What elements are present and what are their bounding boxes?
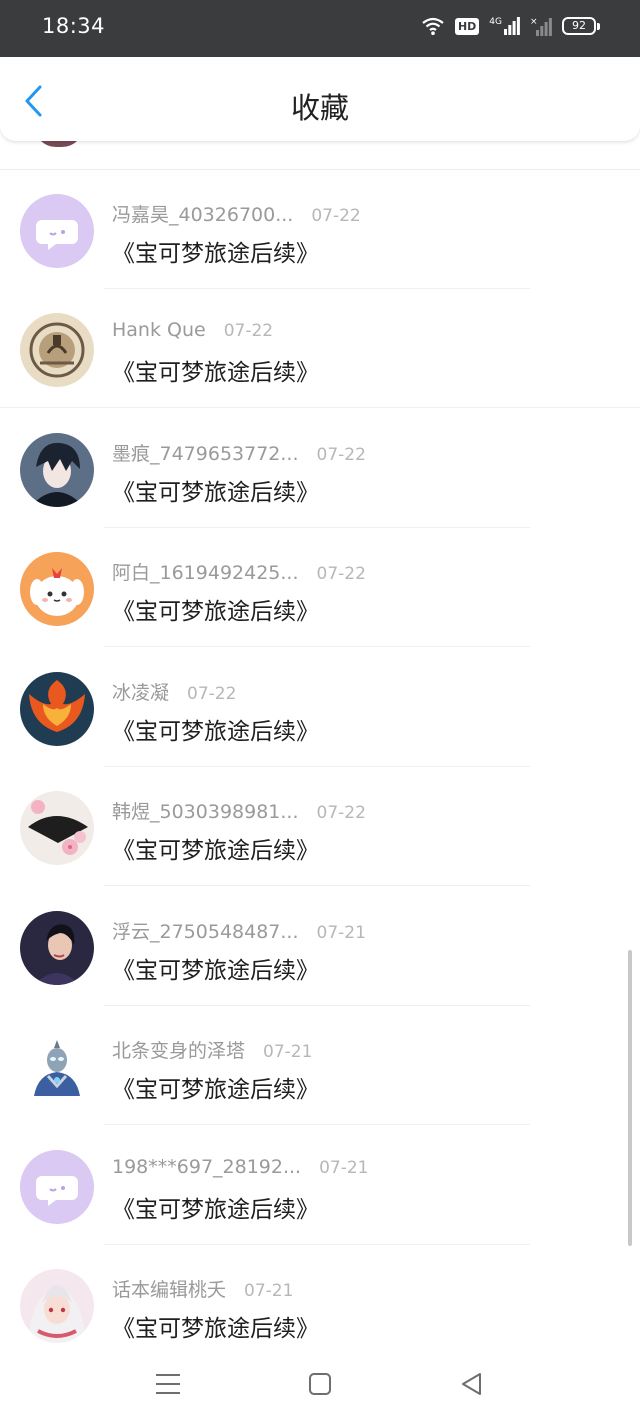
user-name[interactable]: 阿白_1619492425... [112,558,299,585]
divider [104,646,530,647]
anime-boy-avatar [20,433,94,507]
back-nav-button[interactable] [456,1368,488,1400]
woman-portrait-avatar [20,911,94,985]
favorite-item[interactable]: 韩煜_5030398981... 07-22 《宝可梦旅途后续》 [0,767,640,886]
item-meta: 冯嘉昊_40326700... 07-22 [112,200,361,227]
hd-badge: HD [454,17,480,35]
favorite-item[interactable]: 浮云_2750548487... 07-21 《宝可梦旅途后续》 [0,887,640,1006]
avatar [20,194,94,268]
avatar [20,552,94,626]
item-title[interactable]: 《宝可梦旅途后续》 [112,473,319,507]
item-meta: 韩煜_5030398981... 07-22 [112,797,366,824]
menu-icon [156,1374,180,1394]
favorite-item[interactable]: 198***697_28192... 07-21 《宝可梦旅途后续》 [0,1126,640,1245]
user-name[interactable]: 话本编辑桃夭 [112,1275,226,1302]
user-name[interactable]: 浮云_2750548487... [112,917,299,944]
favorite-item[interactable]: 话本编辑桃夭 07-21 《宝可梦旅途后续》 [0,1245,640,1348]
battery-level: 92 [562,17,596,35]
item-meta: 阿白_1619492425... 07-22 [112,558,366,585]
chat-bubble-avatar [20,1150,94,1224]
item-date: 07-22 [187,684,237,704]
item-meta: 北条变身的泽塔 07-21 [112,1036,312,1063]
user-name[interactable]: 墨痕_7479653772... [112,439,299,466]
phoenix-avatar [20,672,94,746]
user-name[interactable]: Hank Que [112,319,206,341]
chat-bubble-avatar [20,194,94,268]
favorite-item[interactable]: 阿白_1619492425... 07-22 《宝可梦旅途后续》 [0,528,640,647]
item-date: 07-22 [223,321,274,341]
item-date: 07-22 [316,564,366,584]
favorites-list[interactable]: 冯嘉昊_40326700... 07-22 《宝可梦旅途后续》 Hank Que… [0,141,640,1348]
item-meta: 浮云_2750548487... 07-21 [112,917,366,944]
favorite-item[interactable]: 墨痕_7479653772... 07-22 《宝可梦旅途后续》 [0,409,640,528]
avatar [20,1030,94,1104]
item-title[interactable]: 《宝可梦旅途后续》 [112,951,319,985]
user-name[interactable]: 198***697_28192... [112,1156,301,1178]
svg-text:×: × [530,17,538,27]
ultraman-avatar [20,1030,94,1104]
item-date: 07-21 [319,1158,369,1178]
divider [0,407,640,408]
avatar [20,433,94,507]
wifi-icon [422,17,444,35]
item-title[interactable]: 《宝可梦旅途后续》 [112,712,319,746]
status-time: 18:34 [42,14,106,38]
cartoon-dog-avatar [20,552,94,626]
item-title[interactable]: 《宝可梦旅途后续》 [112,831,319,865]
status-bar: 18:34 HD 4G × 92 [0,0,640,57]
avatar [20,911,94,985]
item-meta: 话本编辑桃夭 07-21 [112,1275,293,1302]
app-header: 收藏 [0,57,640,141]
favorite-item[interactable]: Hank Que 07-22 《宝可梦旅途后续》 [0,289,640,408]
item-meta: 冰凌凝 07-22 [112,678,236,705]
status-icons: HD 4G × 92 [421,16,600,36]
item-meta: 墨痕_7479653772... 07-22 [112,439,366,466]
user-name[interactable]: 韩煜_5030398981... [112,797,299,824]
item-title[interactable]: 《宝可梦旅途后续》 [112,353,319,387]
avatar [20,791,94,865]
favorite-item[interactable]: 冯嘉昊_40326700... 07-22 《宝可梦旅途后续》 [0,170,640,289]
divider [104,885,530,886]
menu-button[interactable] [152,1368,184,1400]
home-square-icon [309,1373,331,1395]
item-date: 07-21 [263,1042,313,1062]
item-title[interactable]: 《宝可梦旅途后续》 [112,234,319,268]
no-signal-icon: × [530,17,552,36]
item-meta: Hank Que 07-22 [112,319,273,341]
avatar [34,141,84,147]
item-title[interactable]: 《宝可梦旅途后续》 [112,1190,319,1224]
anime-girl-avatar [20,1269,94,1343]
divider [104,1124,530,1125]
avatar [20,1150,94,1224]
favorite-item[interactable]: 北条变身的泽塔 07-21 《宝可梦旅途后续》 [0,1006,640,1125]
user-name[interactable]: 冰凌凝 [112,678,169,705]
item-date: 07-22 [316,803,366,823]
scrollbar[interactable] [628,950,632,1246]
item-title[interactable]: 《宝可梦旅途后续》 [112,1309,319,1343]
fan-flowers-avatar [20,791,94,865]
back-triangle-icon [462,1373,481,1395]
battery-indicator: 92 [562,17,600,35]
item-title[interactable]: 《宝可梦旅途后续》 [112,1070,319,1104]
page-title: 收藏 [290,91,349,125]
avatar [20,1269,94,1343]
favorite-item[interactable]: 冰凌凝 07-22 《宝可梦旅途后续》 [0,648,640,767]
item-date: 07-22 [311,206,361,226]
item-meta: 198***697_28192... 07-21 [112,1156,369,1178]
user-name[interactable]: 北条变身的泽塔 [112,1036,245,1063]
item-date: 07-21 [244,1281,294,1301]
battery-tip [597,22,600,30]
navigation-bar [0,1348,640,1422]
item-date: 07-22 [316,445,366,465]
home-button[interactable] [304,1368,336,1400]
signal-4g: 4G [489,17,520,35]
signal-bars-icon [504,17,520,35]
item-date: 07-21 [316,923,366,943]
user-name[interactable]: 冯嘉昊_40326700... [112,200,293,227]
network-label: 4G [489,17,502,27]
avatar [20,672,94,746]
item-title[interactable]: 《宝可梦旅途后续》 [112,592,319,626]
avatar [20,313,94,387]
emblem-avatar [20,313,94,387]
